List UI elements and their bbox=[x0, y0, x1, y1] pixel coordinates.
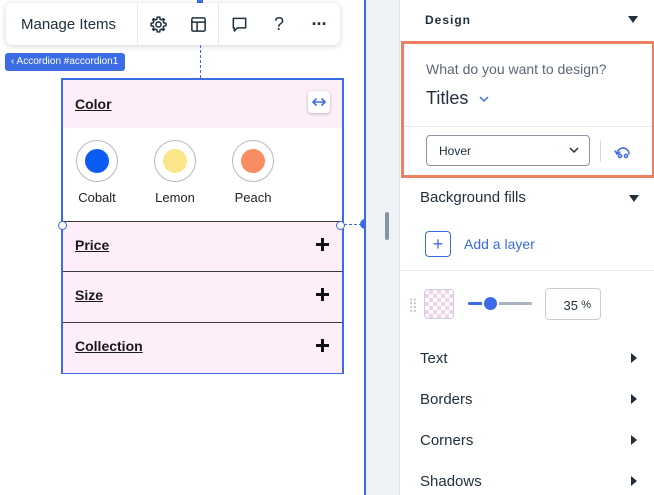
layout-icon bbox=[190, 16, 206, 32]
horizontal-resize-icon bbox=[312, 98, 326, 106]
chevron-down-icon[interactable] bbox=[479, 96, 489, 103]
chevron-right-icon[interactable] bbox=[631, 353, 637, 363]
swatch-color bbox=[163, 149, 187, 173]
design-target-box: What do you want to design? Titles Hover bbox=[401, 41, 654, 178]
color-swatch-list: Cobalt Lemon Peach bbox=[63, 140, 342, 220]
opacity-slider[interactable] bbox=[468, 297, 532, 310]
comment-icon bbox=[232, 17, 246, 32]
background-fills-section[interactable]: Background fills bbox=[420, 189, 526, 206]
scrollbar-thumb[interactable] bbox=[385, 212, 389, 240]
element-selection-tag[interactable]: ‹ Accordion #accordion1 bbox=[5, 53, 126, 71]
accordion-item-title: Color bbox=[75, 96, 112, 112]
comment-button[interactable] bbox=[219, 3, 259, 45]
swatch-peach[interactable]: Peach bbox=[223, 140, 283, 205]
section-shadows[interactable]: Shadows bbox=[420, 473, 482, 490]
element-toolbar: Manage Items ? ··· bbox=[6, 3, 340, 45]
swatch-label: Cobalt bbox=[78, 190, 116, 205]
swatch-label: Lemon bbox=[155, 190, 195, 205]
design-question: What do you want to design? bbox=[426, 61, 607, 77]
design-target-dropdown[interactable]: Titles bbox=[426, 88, 468, 109]
stretch-button[interactable] bbox=[308, 91, 330, 113]
accordion-item-label: Price bbox=[75, 237, 110, 253]
accordion-item-label: Collection bbox=[75, 338, 143, 354]
opacity-value: 35 bbox=[563, 298, 578, 313]
chevron-right-icon[interactable] bbox=[631, 435, 637, 445]
divider bbox=[404, 126, 652, 127]
swatch-lemon[interactable]: Lemon bbox=[145, 140, 205, 205]
help-icon: ? bbox=[273, 13, 284, 34]
swatch-cobalt[interactable]: Cobalt bbox=[67, 140, 127, 205]
fill-color-swatch[interactable] bbox=[424, 289, 454, 319]
plus-icon: + bbox=[432, 233, 444, 254]
layout-button[interactable] bbox=[178, 3, 218, 45]
swatch-ring bbox=[232, 140, 274, 182]
accordion-item-label: Size bbox=[75, 287, 104, 303]
state-dropdown[interactable]: Hover bbox=[426, 135, 590, 166]
panel-title: Design bbox=[425, 13, 472, 27]
opacity-input[interactable]: 35 % bbox=[545, 288, 601, 320]
more-actions-button[interactable]: ··· bbox=[299, 3, 339, 45]
section-corners[interactable]: Corners bbox=[420, 432, 473, 449]
panel-gutter bbox=[366, 0, 399, 495]
help-button[interactable]: ? bbox=[259, 3, 299, 45]
resize-handle-right[interactable] bbox=[336, 221, 345, 230]
reset-design-icon[interactable] bbox=[612, 141, 634, 161]
divider bbox=[600, 140, 601, 162]
swatch-color bbox=[85, 149, 109, 173]
add-layer-button[interactable]: + bbox=[425, 231, 451, 257]
manage-items-button[interactable]: Manage Items bbox=[6, 16, 137, 33]
swatch-ring bbox=[154, 140, 196, 182]
connector-line bbox=[200, 45, 201, 78]
opacity-unit: % bbox=[581, 299, 591, 311]
collapse-icon bbox=[628, 16, 638, 23]
resize-handle-left[interactable] bbox=[58, 221, 67, 230]
chevron-right-icon[interactable] bbox=[631, 476, 637, 486]
swatch-color bbox=[241, 149, 265, 173]
panel-header[interactable]: Design bbox=[400, 0, 654, 40]
section-text[interactable]: Text bbox=[420, 350, 448, 367]
accordion-open-header[interactable]: Color bbox=[63, 80, 342, 128]
state-dropdown-value: Hover bbox=[439, 144, 472, 158]
accordion-item-collection[interactable]: Collection bbox=[63, 322, 342, 373]
collapse-icon[interactable] bbox=[629, 195, 639, 202]
more-icon: ··· bbox=[311, 13, 328, 34]
settings-button[interactable] bbox=[138, 3, 178, 45]
section-borders[interactable]: Borders bbox=[420, 391, 473, 408]
accordion-widget[interactable]: Color Cobalt Lemon Peach Price Size Coll… bbox=[61, 78, 344, 374]
plus-icon bbox=[316, 238, 329, 251]
slider-knob[interactable] bbox=[484, 297, 498, 310]
accordion-item-size[interactable]: Size bbox=[63, 271, 342, 322]
gear-icon bbox=[149, 15, 167, 33]
chevron-right-icon[interactable] bbox=[631, 394, 637, 404]
drag-handle-icon[interactable] bbox=[410, 298, 416, 312]
swatch-ring bbox=[76, 140, 118, 182]
add-layer-link[interactable]: Add a layer bbox=[464, 236, 535, 252]
swatch-label: Peach bbox=[234, 190, 272, 205]
divider bbox=[400, 270, 654, 271]
plus-icon bbox=[316, 339, 329, 352]
plus-icon bbox=[316, 288, 329, 301]
design-panel: Design What do you want to design? Title… bbox=[399, 0, 654, 495]
accordion-item-price[interactable]: Price bbox=[63, 221, 342, 272]
chevron-down-icon bbox=[569, 147, 579, 154]
